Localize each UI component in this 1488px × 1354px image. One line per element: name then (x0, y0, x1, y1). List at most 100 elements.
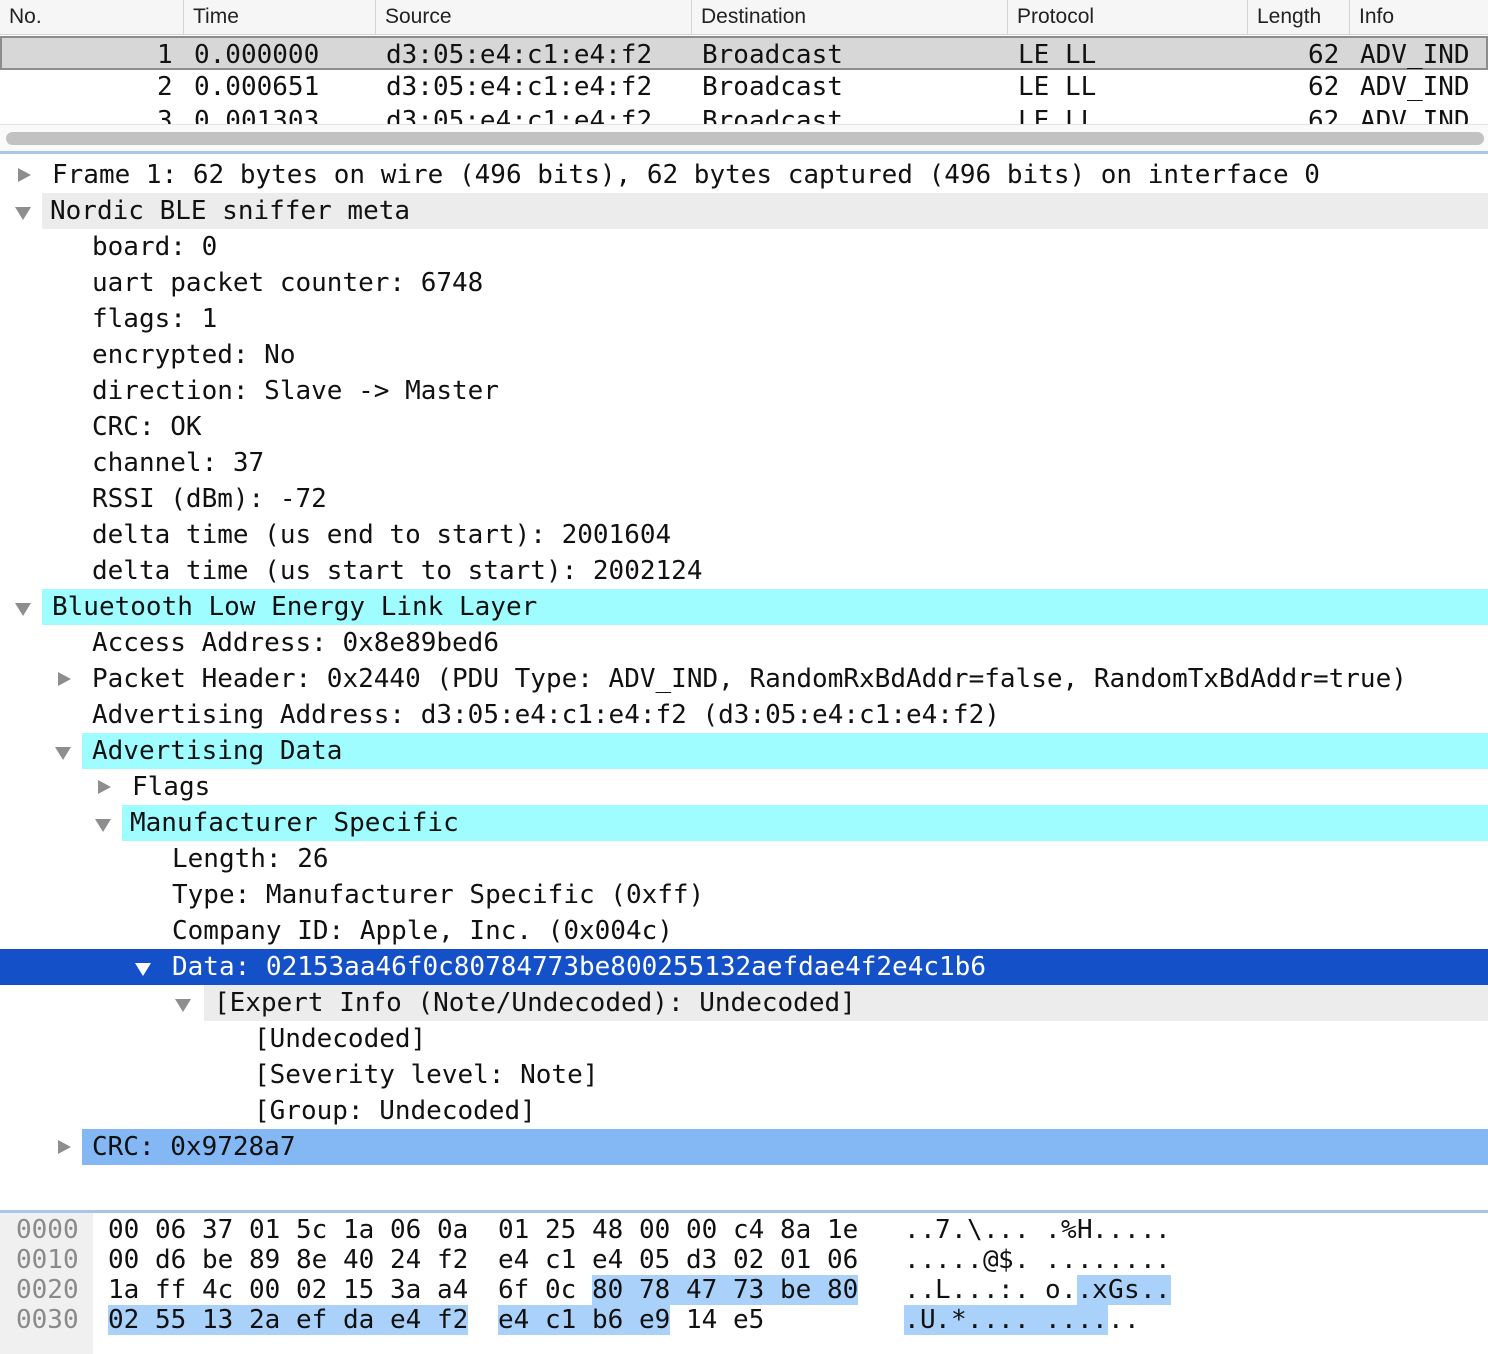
tree-item-direction[interactable]: direction: Slave -> Master (0, 373, 1488, 409)
ascii-char[interactable]: . (951, 1275, 967, 1305)
tree-item-company-id[interactable]: Company ID: Apple, Inc. (0x004c) (0, 913, 1488, 949)
ascii-char[interactable]: . (1014, 1215, 1030, 1245)
hex-byte[interactable]: 06 (827, 1245, 858, 1275)
ascii-char[interactable]: H (1077, 1215, 1093, 1245)
ascii-char[interactable]: . (1077, 1275, 1093, 1305)
hex-byte[interactable]: 55 (155, 1305, 203, 1335)
ascii-char[interactable]: . (967, 1245, 983, 1275)
hex-byte[interactable]: 15 (343, 1275, 374, 1305)
ascii-char[interactable]: . (1045, 1245, 1061, 1275)
hex-byte[interactable]: e4 (592, 1245, 623, 1275)
ascii-char[interactable]: % (1061, 1215, 1077, 1245)
hex-byte[interactable]: e4 (498, 1245, 529, 1275)
hex-byte[interactable]: 00 (108, 1245, 139, 1275)
hex-byte[interactable]: 13 (202, 1305, 250, 1335)
column-header-info[interactable]: Info (1349, 0, 1488, 34)
ascii-char[interactable]: @ (983, 1245, 999, 1275)
hex-byte[interactable]: 14 (686, 1305, 717, 1335)
packet-details-tree[interactable]: Frame 1: 62 bytes on wire (496 bits), 62… (0, 155, 1488, 1210)
ascii-char[interactable]: . (1155, 1245, 1171, 1275)
collapse-arrow-icon[interactable] (94, 805, 116, 841)
hex-byte[interactable]: 78 (639, 1275, 687, 1305)
ascii-char[interactable]: . (904, 1215, 920, 1245)
ascii-char[interactable]: . (1124, 1245, 1140, 1275)
column-header-source[interactable]: Source (375, 0, 691, 34)
hex-byte[interactable]: 5c (296, 1215, 327, 1245)
hex-byte[interactable]: 02 (108, 1305, 156, 1335)
hex-byte[interactable]: 48 (592, 1215, 623, 1245)
ascii-char[interactable]: . (983, 1305, 999, 1335)
ascii-char[interactable]: \ (967, 1215, 983, 1245)
expand-arrow-icon[interactable] (14, 157, 36, 193)
ascii-char[interactable]: . (1108, 1305, 1124, 1335)
hex-byte[interactable]: d6 (155, 1245, 186, 1275)
tree-item-board[interactable]: board: 0 (0, 229, 1488, 265)
ascii-char[interactable]: . (983, 1215, 999, 1245)
ascii-char[interactable]: . (904, 1275, 920, 1305)
ascii-char[interactable]: . (1140, 1215, 1156, 1245)
hex-byte[interactable]: 1a (108, 1275, 139, 1305)
tree-item-uart-counter[interactable]: uart packet counter: 6748 (0, 265, 1488, 301)
ascii-char[interactable]: . (1124, 1305, 1140, 1335)
hex-byte[interactable]: 01 (249, 1215, 280, 1245)
tree-item-delta-start[interactable]: delta time (us start to start): 2002124 (0, 553, 1488, 589)
hex-row[interactable]: 0020 1a. ff. 4c L 00. 02. 15. 3a: a4. 6f o 0c. 80. 78 x… (0, 1275, 1488, 1305)
hex-byte[interactable]: ef (296, 1305, 344, 1335)
collapse-arrow-icon[interactable] (14, 193, 36, 229)
hex-byte[interactable]: 6f (498, 1275, 529, 1305)
scrollbar-thumb[interactable] (6, 132, 1484, 145)
hex-byte[interactable]: be (202, 1245, 233, 1275)
tree-item-severity[interactable]: [Severity level: Note] (0, 1057, 1488, 1093)
expand-arrow-icon[interactable] (94, 769, 116, 805)
ascii-char[interactable]: . (1045, 1215, 1061, 1245)
tree-item-flags[interactable]: flags: 1 (0, 301, 1488, 337)
ascii-char[interactable]: x (1092, 1275, 1108, 1305)
expand-arrow-icon[interactable] (54, 1129, 76, 1165)
ascii-char[interactable]: . (983, 1275, 999, 1305)
hex-byte[interactable]: 80 (827, 1275, 859, 1305)
hex-byte[interactable]: 01 (780, 1245, 811, 1275)
hex-byte[interactable]: a4 (437, 1275, 468, 1305)
ascii-char[interactable]: . (904, 1305, 920, 1335)
ascii-char[interactable]: . (1045, 1305, 1061, 1335)
ascii-char[interactable]: . (1077, 1245, 1093, 1275)
hex-byte[interactable]: d3 (686, 1245, 717, 1275)
hex-byte[interactable]: e9 (639, 1305, 671, 1335)
ascii-char[interactable]: . (1061, 1245, 1077, 1275)
ascii-char[interactable]: o (1045, 1275, 1061, 1305)
ascii-char[interactable]: . (1061, 1275, 1077, 1305)
expand-arrow-icon[interactable] (54, 661, 76, 697)
column-header-protocol[interactable]: Protocol (1007, 0, 1247, 34)
column-header-length[interactable]: Length (1247, 0, 1349, 34)
ascii-char[interactable]: . (1061, 1305, 1077, 1335)
hex-byte[interactable]: c1 (545, 1305, 593, 1335)
hex-byte[interactable]: 3a (390, 1275, 421, 1305)
packet-bytes-pane[interactable]: 0000 00. 06. 37 7 01. 5c \ 1a. 06. 0a. 01. 25% 48 H 00.… (0, 1213, 1488, 1354)
packet-row[interactable]: 2 0.000651 d3:05:e4:c1:e4:f2 Broadcast L… (0, 70, 1488, 104)
tree-item-btle-link-layer[interactable]: Bluetooth Low Energy Link Layer (0, 589, 1488, 625)
hex-byte[interactable]: da (343, 1305, 391, 1335)
hex-byte[interactable]: 8a (780, 1215, 811, 1245)
tree-item-rssi[interactable]: RSSI (dBm): -72 (0, 481, 1488, 517)
tree-item-length[interactable]: Length: 26 (0, 841, 1488, 877)
ascii-char[interactable]: . (1108, 1245, 1124, 1275)
ascii-char[interactable]: . (1014, 1275, 1030, 1305)
ascii-char[interactable]: $ (998, 1245, 1014, 1275)
hex-byte[interactable]: f2 (437, 1305, 469, 1335)
hex-byte[interactable]: 0c (545, 1275, 576, 1305)
hex-byte[interactable]: 1e (827, 1215, 858, 1245)
hex-byte[interactable]: c4 (733, 1215, 764, 1245)
hex-byte[interactable]: 4c (202, 1275, 233, 1305)
hex-byte[interactable]: e4 (390, 1305, 438, 1335)
hex-byte[interactable]: 05 (639, 1245, 670, 1275)
tree-item-access-address[interactable]: Access Address: 0x8e89bed6 (0, 625, 1488, 661)
ascii-char[interactable]: . (967, 1275, 983, 1305)
ascii-char[interactable]: . (1140, 1245, 1156, 1275)
collapse-arrow-icon[interactable] (134, 949, 156, 985)
packet-row-selected[interactable]: 1 0.000000 d3:05:e4:c1:e4:f2 Broadcast L… (0, 36, 1488, 70)
packet-row[interactable]: 3 0.001303 d3:05:e4:c1:e4:f2 Broadcast L… (0, 104, 1488, 124)
ascii-char[interactable]: : (998, 1275, 1014, 1305)
horizontal-scrollbar[interactable] (0, 124, 1488, 151)
tree-item-frame[interactable]: Frame 1: 62 bytes on wire (496 bits), 62… (0, 157, 1488, 193)
hex-byte[interactable]: 47 (686, 1275, 734, 1305)
